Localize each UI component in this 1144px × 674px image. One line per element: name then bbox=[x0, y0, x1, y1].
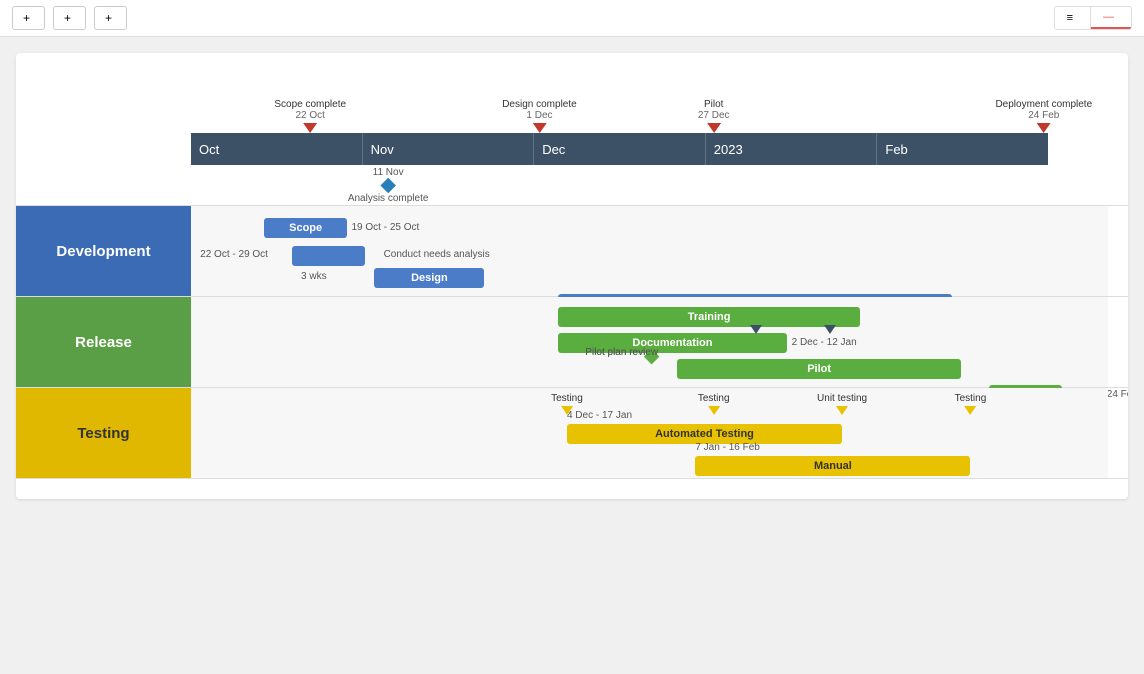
bar-pilot-bar: Pilot bbox=[677, 359, 961, 379]
testing-ms-arrow-1 bbox=[708, 406, 720, 415]
bar-manual-bar: Manual bbox=[695, 456, 970, 476]
timeline-view-button[interactable]: — bbox=[1091, 7, 1131, 29]
milestone-arrow bbox=[707, 123, 721, 133]
toolbar: + + + ≡ — bbox=[0, 0, 1144, 37]
bar-auto-test-bar: Automated Testing bbox=[567, 424, 842, 444]
milestone-arrow bbox=[1037, 123, 1051, 133]
month-cell-2023: 2023 bbox=[706, 133, 878, 165]
milestone-design: Design complete 1 Dec bbox=[502, 99, 576, 133]
gantt-body: DevelopmentScope19 Oct - 25 OctDesignDev… bbox=[16, 205, 1128, 479]
milestone-label: Pilot bbox=[698, 99, 730, 110]
milestone-arrow bbox=[532, 123, 546, 133]
timeline-icon: — bbox=[1103, 11, 1114, 23]
testing-ms-arrow-3 bbox=[964, 406, 976, 415]
bar-label-right-scope-bar: 19 Oct - 25 Oct bbox=[351, 222, 419, 233]
milestone-scope: Scope complete 22 Oct bbox=[274, 99, 346, 133]
milestones-area: Scope complete 22 Oct Design complete 1 … bbox=[191, 73, 1108, 133]
testing-ms-label-1: Testing bbox=[698, 393, 730, 404]
training-arrow-0 bbox=[750, 325, 762, 334]
testing-ms-arrow-0 bbox=[561, 406, 573, 415]
milestone-label: Design complete bbox=[502, 99, 576, 110]
plus-icon-3: + bbox=[105, 11, 112, 25]
bar-label-left-manual-bar: 7 Jan - 16 Feb bbox=[695, 442, 759, 453]
milestone-date: 1 Dec bbox=[502, 110, 576, 121]
month-cell-nov: Nov bbox=[363, 133, 535, 165]
testing-ms-arrow-2 bbox=[836, 406, 848, 415]
milestone-pilot: Pilot 27 Dec bbox=[698, 99, 730, 133]
testing-milestone-2: Unit testing bbox=[817, 393, 867, 415]
testing-ms-label-3: Testing bbox=[955, 393, 987, 404]
data-icon: ≡ bbox=[1067, 12, 1073, 24]
bar-scope-bar: Scope bbox=[264, 218, 347, 238]
testing-milestone-3: Testing bbox=[955, 393, 987, 415]
testing-ms-label-0: Testing bbox=[551, 393, 583, 404]
milestone-label: Scope complete bbox=[274, 99, 346, 110]
swimlane-row-testing: TestingAutomated Testing4 Dec - 17 JanMa… bbox=[16, 387, 1128, 479]
testing-milestone-1: Testing bbox=[698, 393, 730, 415]
bar-design-bar: Design bbox=[374, 268, 484, 288]
diamond-shape bbox=[380, 178, 396, 194]
plus-icon-2: + bbox=[64, 11, 71, 25]
milestone-date: 27 Dec bbox=[698, 110, 730, 121]
bar-label-right-doc-bar: 2 Dec - 12 Jan bbox=[792, 337, 857, 348]
pilot-plan-label: Pilot plan review bbox=[585, 347, 658, 358]
timeline-months: OctNovDec2023Feb bbox=[191, 133, 1048, 165]
bar-training-bar: Training bbox=[558, 307, 861, 327]
milestone-label: Deployment complete bbox=[995, 99, 1092, 110]
row-label-testing: Testing bbox=[16, 388, 191, 478]
milestone-deployment: Deployment complete 24 Feb bbox=[995, 99, 1092, 133]
diamond-milestone-area: 11 Nov Analysis complete bbox=[191, 165, 1048, 205]
month-cell-dec: Dec bbox=[534, 133, 706, 165]
add-swimlane-button[interactable]: + bbox=[94, 6, 127, 30]
view-toggle: ≡ — bbox=[1054, 6, 1132, 30]
milestone-date: 24 Feb bbox=[995, 110, 1092, 121]
milestone-arrow bbox=[303, 123, 317, 133]
diamond-date: 11 Nov bbox=[348, 167, 429, 178]
row-label-release: Release bbox=[16, 297, 191, 387]
timeline-header: OctNovDec2023Feb bbox=[16, 133, 1108, 165]
row-content-development: Scope19 Oct - 25 OctDesignDevelopment2 D… bbox=[191, 206, 1108, 296]
main-container: Scope complete 22 Oct Design complete 1 … bbox=[0, 37, 1144, 515]
swimlane-row-release: ReleaseTrainingDocumentation2 Dec - 12 J… bbox=[16, 296, 1128, 387]
bar-needs-bar bbox=[292, 246, 365, 266]
row-label-text-development-0: 22 Oct - 29 Oct bbox=[200, 249, 268, 260]
row-label-text-development-2: 3 wks bbox=[301, 271, 327, 282]
swimlane-row-development: DevelopmentScope19 Oct - 25 OctDesignDev… bbox=[16, 205, 1128, 296]
month-cell-feb: Feb bbox=[877, 133, 1048, 165]
testing-ms-label-2: Unit testing bbox=[817, 393, 867, 404]
diamond-milestone: 11 Nov Analysis complete bbox=[348, 167, 429, 204]
testing-milestone-0: Testing bbox=[551, 393, 583, 415]
plus-icon: + bbox=[23, 11, 30, 25]
month-cell-oct: Oct bbox=[191, 133, 363, 165]
gantt-wrapper: Scope complete 22 Oct Design complete 1 … bbox=[16, 53, 1128, 499]
row-label-development: Development bbox=[16, 206, 191, 296]
row-label-text-development-1: Conduct needs analysis bbox=[384, 249, 490, 260]
row-content-release: TrainingDocumentation2 Dec - 12 JanPilot… bbox=[191, 297, 1108, 387]
data-view-button[interactable]: ≡ bbox=[1055, 7, 1091, 29]
milestone-date: 22 Oct bbox=[274, 110, 346, 121]
add-task-button[interactable]: + bbox=[12, 6, 45, 30]
row-content-testing: Automated Testing4 Dec - 17 JanManual7 J… bbox=[191, 388, 1108, 478]
diamond-label: Analysis complete bbox=[348, 193, 429, 204]
add-milestone-button[interactable]: + bbox=[53, 6, 86, 30]
training-arrow-1 bbox=[824, 325, 836, 334]
